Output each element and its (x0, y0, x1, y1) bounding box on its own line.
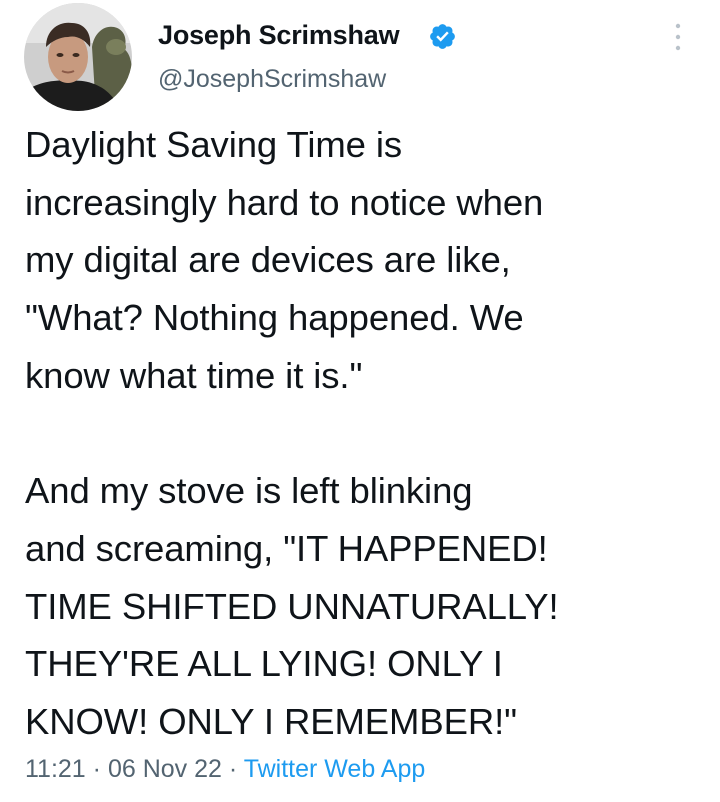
tweet-source-link[interactable]: Twitter Web App (244, 755, 426, 783)
tweet-metadata: 11:21 · 06 Nov 22 · Twitter Web App (25, 752, 425, 786)
author-name[interactable]: Joseph Scrimshaw (158, 18, 400, 52)
tweet-date[interactable]: 06 Nov 22 (108, 755, 222, 783)
profile-photo-icon (24, 3, 132, 111)
verified-badge-icon (430, 24, 455, 49)
meta-separator: · (228, 755, 238, 783)
tweet: Joseph Scrimshaw @JosephScrimshaw Daylig… (0, 0, 720, 802)
tweet-paragraph-2: And my stove is left blinking and scream… (25, 470, 559, 743)
avatar[interactable] (24, 3, 132, 111)
more-vertical-icon[interactable] (666, 18, 690, 56)
tweet-paragraph-1: Daylight Saving Time is increasingly har… (25, 124, 544, 396)
meta-separator: · (92, 755, 101, 783)
tweet-time[interactable]: 11:21 (25, 755, 86, 783)
tweet-text: Daylight Saving Time is increasingly har… (25, 116, 705, 751)
author-handle[interactable]: @JosephScrimshaw (158, 63, 386, 95)
